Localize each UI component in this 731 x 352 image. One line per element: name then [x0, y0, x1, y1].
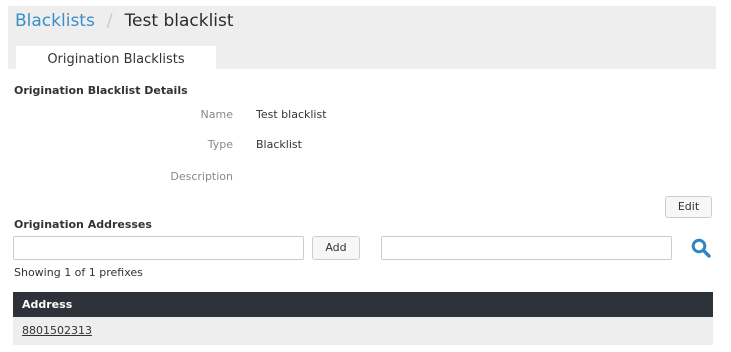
breadcrumb: Blacklists / Test blacklist	[15, 10, 234, 32]
type-value: Blacklist	[256, 138, 302, 151]
addresses-table: Address 8801502313	[13, 292, 713, 345]
details-section-title: Origination Blacklist Details	[14, 84, 188, 97]
addresses-section-title: Origination Addresses	[14, 218, 152, 231]
search-icon[interactable]	[690, 237, 712, 259]
description-label: Description	[170, 170, 233, 183]
add-address-input[interactable]	[13, 236, 304, 260]
edit-button[interactable]: Edit	[665, 196, 712, 218]
breadcrumb-link-blacklists[interactable]: Blacklists	[15, 11, 95, 31]
search-input[interactable]	[381, 236, 672, 260]
breadcrumb-current: Test blacklist	[124, 11, 234, 31]
address-link[interactable]: 8801502313	[22, 324, 92, 337]
showing-count: Showing 1 of 1 prefixes	[14, 266, 143, 279]
type-label: Type	[207, 138, 233, 151]
tab-origination-blacklists[interactable]: Origination Blacklists	[16, 46, 216, 71]
table-header-address: Address	[13, 292, 713, 317]
table-row: 8801502313	[13, 317, 713, 345]
breadcrumb-separator: /	[106, 11, 113, 31]
name-label: Name	[200, 108, 233, 121]
name-value: Test blacklist	[256, 108, 327, 121]
add-button[interactable]: Add	[312, 236, 360, 260]
